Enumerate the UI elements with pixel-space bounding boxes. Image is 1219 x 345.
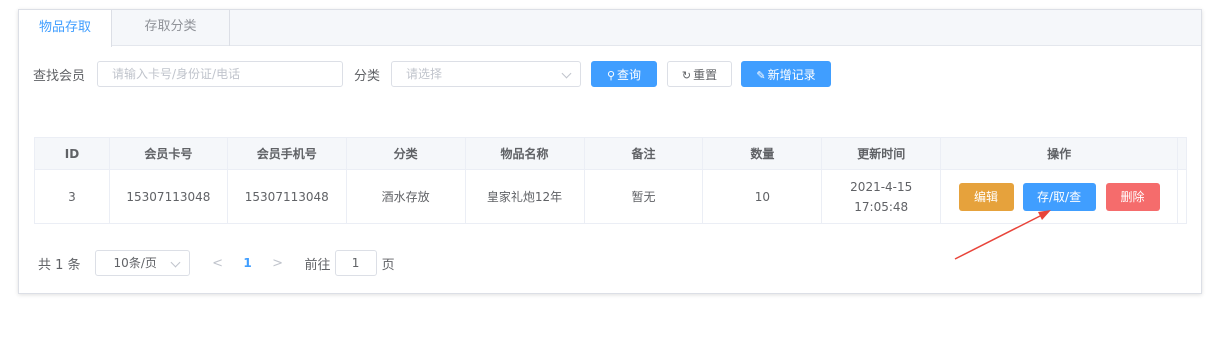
- table-header: ID 会员卡号 会员手机号 分类 物品名称 备注 数量 更新时间 操作: [35, 138, 1186, 170]
- member-search-input[interactable]: 请输入卡号/身份证/电话: [97, 61, 344, 87]
- chevron-down-icon: [561, 68, 572, 79]
- table-row: 3 15307113048 15307113048 酒水存放 皇家礼炮12年 暂…: [35, 170, 1186, 223]
- next-page-button[interactable]: >: [263, 256, 293, 271]
- reset-button-label: 重置: [693, 68, 718, 82]
- add-record-button-label: 新增记录: [767, 68, 816, 82]
- cell-category: 酒水存放: [347, 170, 466, 223]
- header-card-no: 会员卡号: [110, 138, 228, 169]
- header-category: 分类: [347, 138, 466, 169]
- cell-quantity: 10: [703, 170, 823, 223]
- cell-updated-clock: 17:05:48: [854, 199, 909, 214]
- cell-item-name: 皇家礼炮12年: [466, 170, 585, 223]
- header-phone: 会员手机号: [228, 138, 347, 169]
- chevron-down-icon: [170, 257, 180, 268]
- reset-button[interactable]: ↻ 重置: [667, 61, 733, 87]
- edit-button[interactable]: 编辑: [958, 182, 1014, 211]
- cell-updated-time: 2021-4-15 17:05:48: [822, 170, 942, 223]
- member-search-label: 查找会员: [33, 68, 86, 84]
- cell-id: 3: [35, 170, 110, 223]
- pagination: 共 1 条 10条/页 < 1 > 前往 1 页: [38, 249, 395, 277]
- goto-page-input[interactable]: 1: [334, 250, 377, 276]
- header-gutter: [1178, 138, 1186, 169]
- category-label: 分类: [354, 68, 381, 84]
- tab-storage-category[interactable]: 存取分类: [112, 9, 230, 46]
- edit-icon: ✎: [756, 69, 766, 82]
- goto-label: 前往: [304, 257, 331, 273]
- header-remark: 备注: [585, 138, 704, 169]
- records-table: ID 会员卡号 会员手机号 分类 物品名称 备注 数量 更新时间 操作 3 15…: [34, 137, 1187, 224]
- delete-button[interactable]: 删除: [1105, 182, 1160, 211]
- page-suffix: 页: [381, 257, 395, 273]
- cell-updated-date: 2021-4-15: [850, 179, 913, 194]
- search-icon: ⚲: [606, 69, 616, 82]
- query-button[interactable]: ⚲ 查询: [591, 61, 658, 87]
- page-size-value: 10条/页: [113, 256, 157, 270]
- cell-remark: 暂无: [585, 170, 704, 223]
- header-item-name: 物品名称: [466, 138, 585, 169]
- cell-card-no: 15307113048: [110, 170, 228, 223]
- header-quantity: 数量: [703, 138, 823, 169]
- header-id: ID: [35, 138, 110, 169]
- add-record-button[interactable]: ✎ 新增记录: [741, 61, 832, 87]
- cell-phone: 15307113048: [228, 170, 347, 223]
- page-size-select[interactable]: 10条/页: [94, 250, 190, 276]
- header-actions: 操作: [941, 138, 1178, 169]
- prev-page-button[interactable]: <: [203, 256, 233, 271]
- category-select-placeholder: 请选择: [406, 67, 443, 81]
- store-take-query-button[interactable]: 存/取/查: [1022, 182, 1096, 211]
- member-search-placeholder: 请输入卡号/身份证/电话: [112, 67, 241, 81]
- category-select[interactable]: 请选择: [391, 61, 582, 87]
- query-button-label: 查询: [617, 68, 642, 82]
- search-bar: 查找会员 请输入卡号/身份证/电话 分类 请选择 ⚲ 查询 ↻ 重置 ✎ 新增记录: [33, 60, 832, 88]
- refresh-icon: ↻: [681, 69, 692, 82]
- tabs-header: 物品存取 存取分类: [18, 9, 1201, 47]
- pagination-total: 共 1 条: [38, 257, 81, 273]
- row-gutter: [1178, 170, 1186, 223]
- header-updated-time: 更新时间: [822, 138, 942, 169]
- cell-actions: 编辑 存/取/查 删除: [941, 170, 1178, 223]
- page-number-1[interactable]: 1: [233, 256, 263, 270]
- tab-item-storage[interactable]: 物品存取: [18, 9, 112, 47]
